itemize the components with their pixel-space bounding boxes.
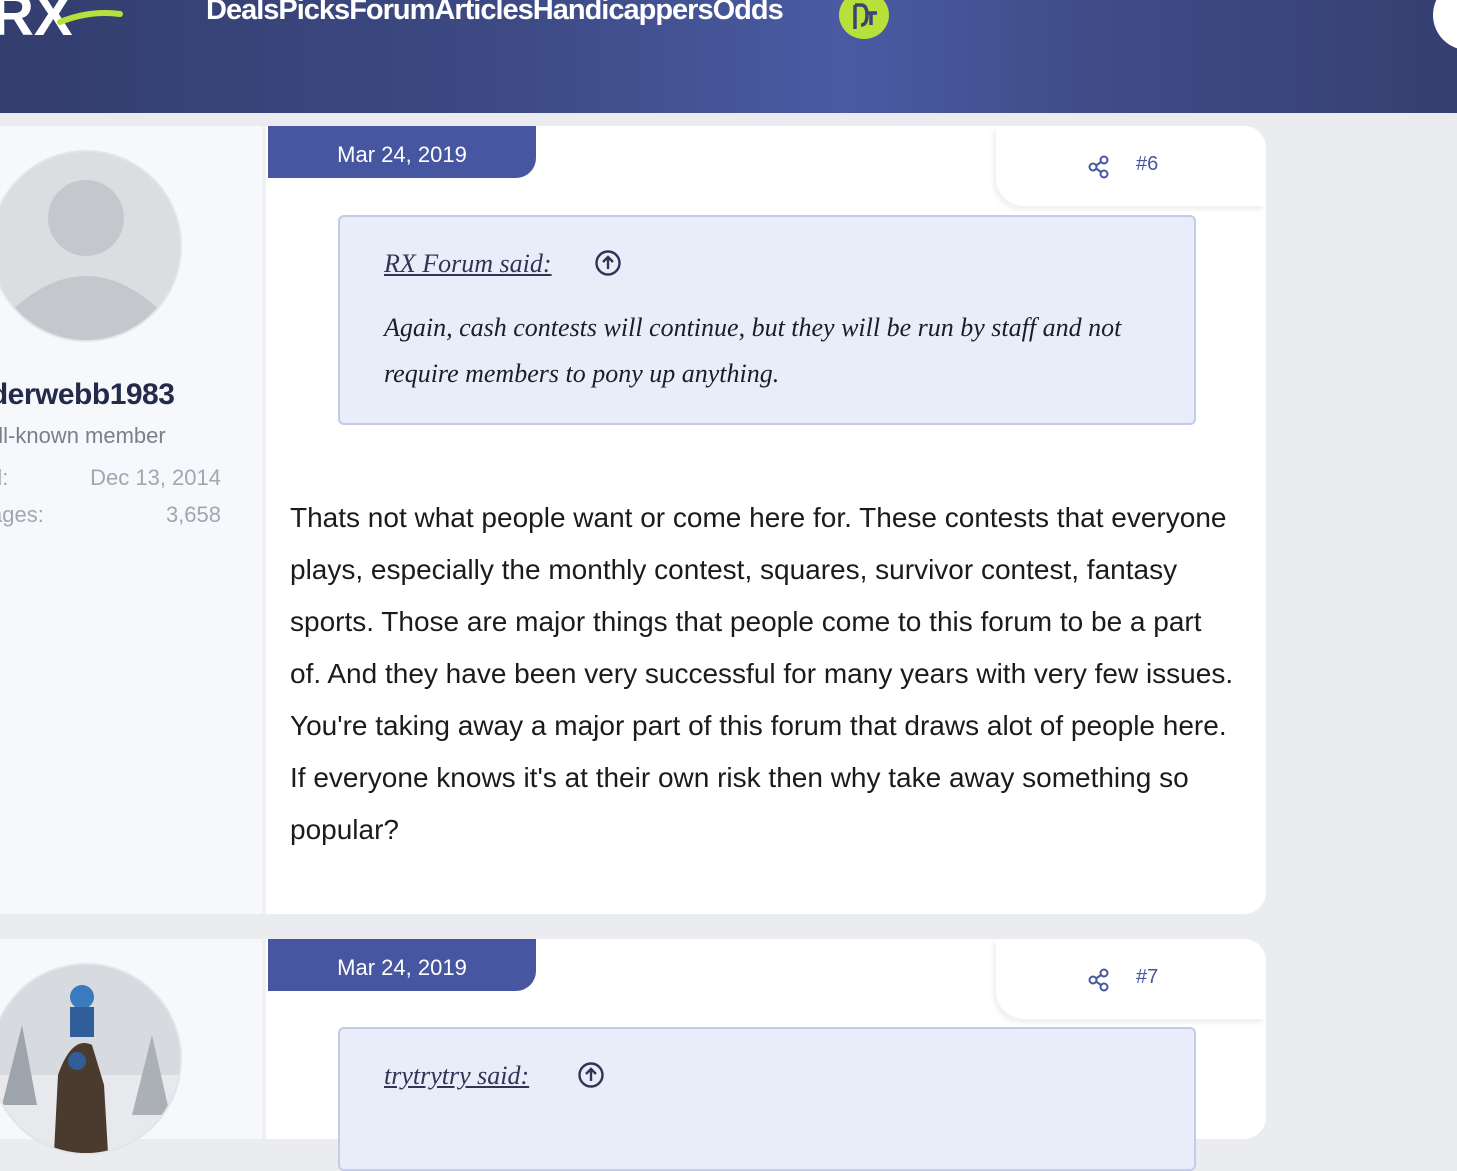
account-button[interactable] — [1433, 0, 1457, 50]
share-icon[interactable] — [1088, 968, 1110, 992]
forum-post: iderwebb1983 ell-known member d: Dec 13,… — [0, 126, 1266, 914]
quote-author-link[interactable]: RX Forum said: — [384, 249, 552, 279]
post-date[interactable]: Mar 24, 2019 — [268, 939, 536, 991]
user-panel: iderwebb1983 ell-known member d: Dec 13,… — [0, 126, 266, 914]
site-header: RX DealsPicksForumArticlesHandicappersOd… — [0, 0, 1457, 113]
main-nav: DealsPicksForumArticlesHandicappersOdds — [206, 0, 784, 27]
share-icon[interactable] — [1088, 155, 1110, 179]
nav-picks[interactable]: Picks — [278, 0, 350, 26]
nav-handicappers[interactable]: Handicappers — [533, 0, 714, 26]
stat-value-messages: 3,658 — [165, 502, 221, 527]
quote-author-link[interactable]: trytrytry said: — [384, 1061, 529, 1091]
default-avatar-icon[interactable] — [0, 150, 182, 342]
user-title: ell-known member — [0, 423, 166, 448]
arrow-up-circle-icon[interactable] — [595, 250, 621, 276]
forum-post: Mar 24, 2019 #7 trytrytry said: — [0, 939, 1266, 1171]
post-date[interactable]: Mar 24, 2019 — [268, 126, 536, 178]
quote-text: Again, cash contests will continue, but … — [384, 313, 1122, 388]
quote-block: RX Forum said: Again, cash contests will… — [338, 215, 1196, 425]
post-number-link[interactable]: #7 — [1136, 966, 1158, 989]
dt-badge-icon[interactable] — [839, 0, 889, 39]
nav-deals[interactable]: Deals — [206, 0, 279, 26]
arrow-up-circle-icon[interactable] — [578, 1062, 604, 1088]
post-body: Thats not what people want or come here … — [290, 502, 1234, 845]
quote-block: trytrytry said: — [338, 1027, 1196, 1171]
nav-odds[interactable]: Odds — [713, 0, 784, 26]
user-panel — [0, 939, 266, 1155]
user-avatar[interactable] — [0, 963, 182, 1155]
stat-value-joined: Dec 13, 2014 — [90, 465, 221, 490]
nav-articles[interactable]: Articles — [434, 0, 533, 26]
site-logo[interactable]: RX — [0, 0, 130, 40]
post-number-link[interactable]: #6 — [1136, 153, 1158, 176]
post-actions: #7 — [996, 939, 1266, 1019]
post-actions: #6 — [996, 126, 1266, 206]
username[interactable]: iderwebb1983 — [0, 378, 175, 412]
stat-label-joined: d: — [0, 465, 9, 490]
nav-forum[interactable]: Forum — [349, 0, 435, 26]
stat-label-messages: ages: — [0, 502, 44, 527]
